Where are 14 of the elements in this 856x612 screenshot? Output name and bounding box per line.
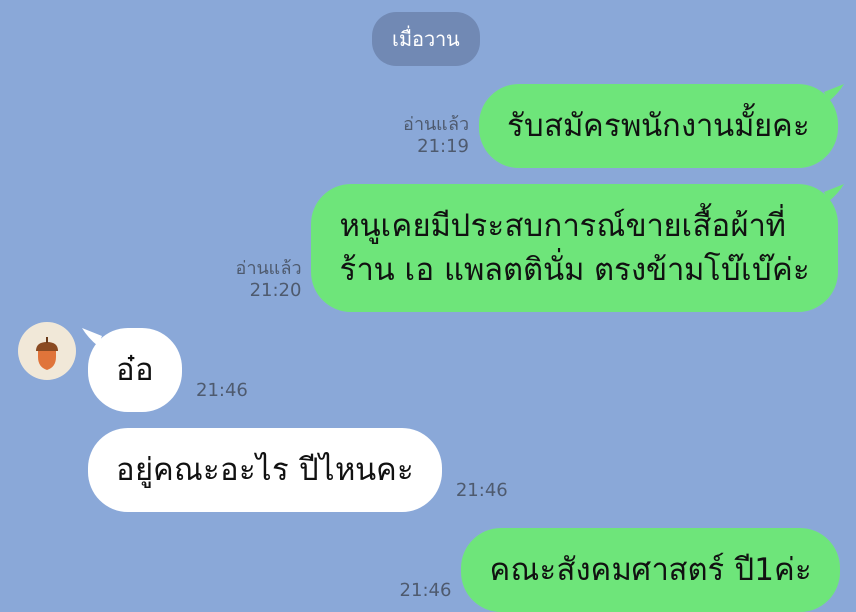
message-time: 21:46 [196,380,248,402]
message-bubble: คณะสังคมศาสตร์ ปี1ค่ะ [461,528,840,612]
message-bubble: อยู่คณะอะไร ปีไหนคะ [88,428,442,512]
message-time: 21:19 [417,136,469,158]
message-bubble: อ๋อ [88,328,182,412]
read-receipt: อ่านแล้ว [235,258,302,280]
date-label: เมื่อวาน [372,12,480,66]
message-time: 21:46 [456,480,508,502]
message-time: 21:46 [400,580,452,602]
message-time: 21:20 [250,280,302,302]
avatar-icon[interactable] [18,322,76,380]
read-receipt: อ่านแล้ว [403,114,469,136]
message-bubble: หนูเคยมีประสบการณ์ขายเสื้อผ้าที่ ร้าน เอ แพลตตินั่ม ตรงข้ามโบ๊เบ๊ค่ะ [311,184,838,312]
message-bubble: รับสมัครพนักงานมั้ยคะ [479,84,838,168]
